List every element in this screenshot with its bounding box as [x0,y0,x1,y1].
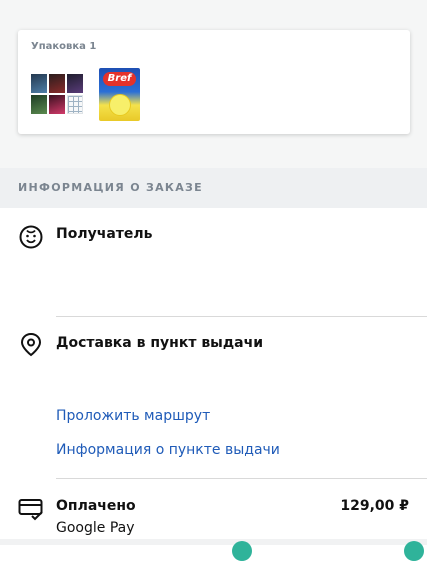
divider [56,316,427,317]
product-ball [109,94,131,116]
poster-thumb [67,74,83,93]
package-card[interactable]: Упаковка 1 Bref [18,30,410,134]
nav-dot[interactable] [404,541,424,561]
delivery-heading: Доставка в пункт выдачи [56,335,264,351]
package-title: Упаковка 1 [31,41,97,52]
face-smile-icon [19,225,43,249]
pickup-info-link[interactable]: Информация о пункте выдачи [56,442,280,458]
bottom-bar [0,539,427,545]
poster-thumb [31,95,47,114]
poster-thumb [67,95,83,114]
payment-amount: 129,00 ₽ [340,498,409,514]
payment-heading: Оплачено [56,498,136,514]
route-link[interactable]: Проложить маршрут [56,408,210,424]
nav-dot[interactable] [232,541,252,561]
section-title: ИНФОРМАЦИЯ О ЗАКАЗЕ [18,181,203,194]
payment-method: Google Pay [56,520,135,536]
poster-thumb [49,74,65,93]
poster-thumb [49,95,65,114]
order-info-header: ИНФОРМАЦИЯ О ЗАКАЗЕ [0,168,427,208]
map-pin-icon [20,332,42,357]
recipient-heading: Получатель [56,226,153,242]
poster-thumb [31,74,47,93]
poster-set-thumbnail[interactable] [31,74,83,114]
divider [56,478,427,479]
bref-logo: Bref [103,72,136,86]
bref-product-thumbnail[interactable]: Bref [99,68,140,121]
card-check-icon [18,499,43,521]
